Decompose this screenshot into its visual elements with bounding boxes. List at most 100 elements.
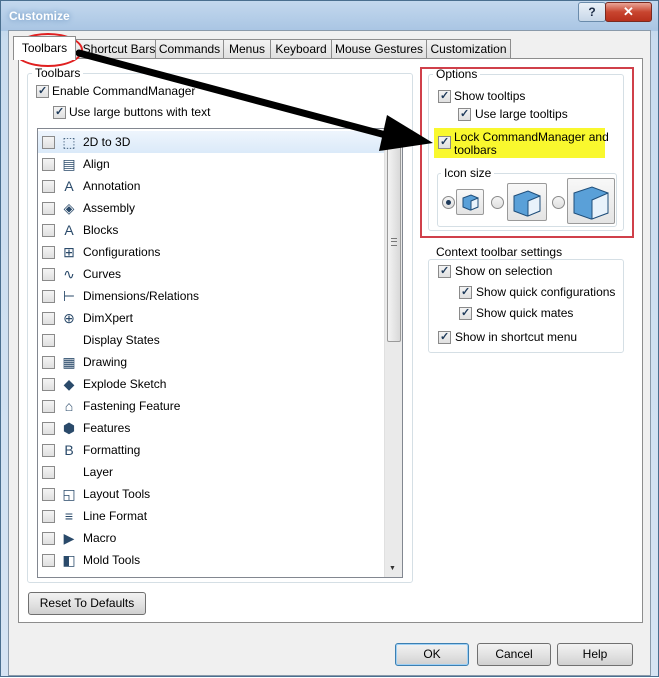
toolbar-list-item[interactable]: ◆ Explode Sketch [38,373,384,395]
toolbar-item-checkbox[interactable] [42,488,55,501]
assembly-icon: ◈ [63,200,75,216]
toolbar-item-checkbox[interactable] [42,224,55,237]
blocks-icon: A [64,222,74,238]
toolbar-list-item[interactable]: ◈ Assembly [38,197,384,219]
toolbar-list-item[interactable]: ◱ Layout Tools [38,483,384,505]
toolbar-item-checkbox[interactable] [42,334,55,347]
ok-button[interactable]: OK [395,643,469,666]
toolbars-legend: Toolbars [32,66,84,80]
enable-commandmanager-label: Enable CommandManager [52,84,196,98]
toolbar-item-checkbox[interactable] [42,554,55,567]
tab-toolbars[interactable]: Toolbars [13,36,76,60]
toolbar-item-label: Drawing [83,355,128,369]
toolbars-list[interactable]: ⬚ 2D to 3D ▤ Align A Annotation ◈ Assembly A Bloc… [37,128,403,578]
toolbar-list-item[interactable]: ⬚ 2D to 3D [38,131,384,153]
toolbar-list-item[interactable]: ▤ Align [38,153,384,175]
toolbar-list-item[interactable]: ◧ Mold Tools [38,549,384,571]
tab-shortcut-bars[interactable]: Shortcut Bars [75,39,163,59]
toolbar-list-item[interactable]: ⊢ Dimensions/Relations [38,285,384,307]
toolbar-list-item[interactable]: ⊕ DimXpert [38,307,384,329]
context-toolbar-legend: Context toolbar settings [433,245,566,259]
toolbar-item-label: Layer [83,465,114,479]
curves-icon: ∿ [63,266,75,282]
2d-to-3d-icon: ⬚ [62,134,76,150]
customize-dialog: Customize ? ✕ Toolbars Shortcut Bars Com… [0,0,659,677]
mold-tools-icon: ◧ [62,552,76,568]
toolbar-item-label: Mold Tools [83,553,141,567]
use-large-buttons-checkbox[interactable] [53,105,66,119]
toolbar-item-checkbox[interactable] [42,136,55,149]
toolbar-item-label: Fastening Feature [83,399,181,413]
tab-mouse-gestures[interactable]: Mouse Gestures [331,39,427,59]
scroll-thumb[interactable] [387,137,401,342]
show-on-selection-checkbox[interactable] [438,264,451,278]
toolbar-item-checkbox[interactable] [42,400,55,413]
toolbar-item-checkbox[interactable] [42,180,55,193]
title-bar[interactable]: Customize ? ✕ [1,1,658,31]
options-annotation-box [420,67,634,238]
toolbar-item-checkbox[interactable] [42,312,55,325]
help-button[interactable]: Help [557,643,633,666]
toolbar-list-item[interactable]: ⊞ Configurations [38,241,384,263]
tab-keyboard[interactable]: Keyboard [270,39,332,59]
title-help-button[interactable]: ? [578,2,606,22]
show-quick-mates-checkbox[interactable] [459,306,472,320]
toolbar-item-checkbox[interactable] [42,356,55,369]
toolbar-list-item[interactable]: ⌂ Fastening Feature [38,395,384,417]
show-quick-configurations-checkbox[interactable] [459,285,472,299]
enable-commandmanager-checkbox[interactable] [36,84,49,98]
tab-customization[interactable]: Customization [426,39,511,59]
toolbar-list-item[interactable]: ≡ Line Format [38,505,384,527]
toolbar-item-checkbox[interactable] [42,158,55,171]
toolbar-item-checkbox[interactable] [42,290,55,303]
toolbar-item-checkbox[interactable] [42,378,55,391]
toolbar-item-checkbox[interactable] [42,510,55,523]
toolbar-list-item[interactable]: ▦ Drawing [38,351,384,373]
show-in-shortcut-menu-checkbox[interactable] [438,330,451,344]
fastening-feature-icon: ⌂ [64,398,74,414]
show-quick-configurations-label: Show quick configurations [476,285,616,299]
explode-sketch-icon: ◆ [63,376,75,392]
drawing-icon: ▦ [62,354,76,370]
tab-commands[interactable]: Commands [155,39,224,59]
show-quick-mates-label: Show quick mates [476,306,574,320]
toolbar-list-item[interactable]: B Formatting [38,439,384,461]
dimensions-icon: ⊢ [62,288,76,304]
show-in-shortcut-menu-label: Show in shortcut menu [455,330,578,344]
toolbar-item-checkbox[interactable] [42,532,55,545]
toolbar-list-item[interactable]: ▶ Macro [38,527,384,549]
toolbar-list-item[interactable]: Layer [38,461,384,483]
toolbar-item-checkbox[interactable] [42,202,55,215]
toolbar-item-label: Layout Tools [83,487,151,501]
reset-to-defaults-button[interactable]: Reset To Defaults [28,592,146,615]
align-icon: ▤ [62,156,76,172]
toolbar-list-item[interactable]: A Blocks [38,219,384,241]
scroll-down-icon[interactable]: ▼ [389,565,396,572]
tab-menus[interactable]: Menus [223,39,271,59]
toolbar-item-checkbox[interactable] [42,268,55,281]
toolbar-item-checkbox[interactable] [42,466,55,479]
configurations-icon: ⊞ [63,244,75,260]
toolbar-item-checkbox[interactable] [42,422,55,435]
toolbar-list-item[interactable]: ∿ Curves [38,263,384,285]
toolbar-item-label: Dimensions/Relations [83,289,200,303]
use-large-buttons-label: Use large buttons with text [69,105,211,119]
window-title: Customize [9,9,70,23]
cancel-button[interactable]: Cancel [477,643,551,666]
scroll-grip-icon [391,238,397,246]
toolbar-list-item[interactable]: ⬢ Features [38,417,384,439]
toolbar-item-label: Assembly [83,201,136,215]
toolbar-list-item[interactable]: A Annotation [38,175,384,197]
toolbar-item-label: Align [83,157,110,171]
toolbar-item-label: Explode Sketch [83,377,167,391]
toolbar-item-label: Formatting [83,443,141,457]
close-button[interactable]: ✕ [605,2,652,22]
toolbar-item-label: Line Format [83,509,148,523]
toolbar-list-item[interactable]: Display States [38,329,384,351]
toolbar-item-checkbox[interactable] [42,444,55,457]
dimxpert-icon: ⊕ [63,310,75,326]
toolbar-item-checkbox[interactable] [42,246,55,259]
scroll-up-icon[interactable]: ▲ [389,129,396,136]
list-scrollbar[interactable]: ▲ ▼ [384,129,402,577]
macro-icon: ▶ [63,530,75,546]
